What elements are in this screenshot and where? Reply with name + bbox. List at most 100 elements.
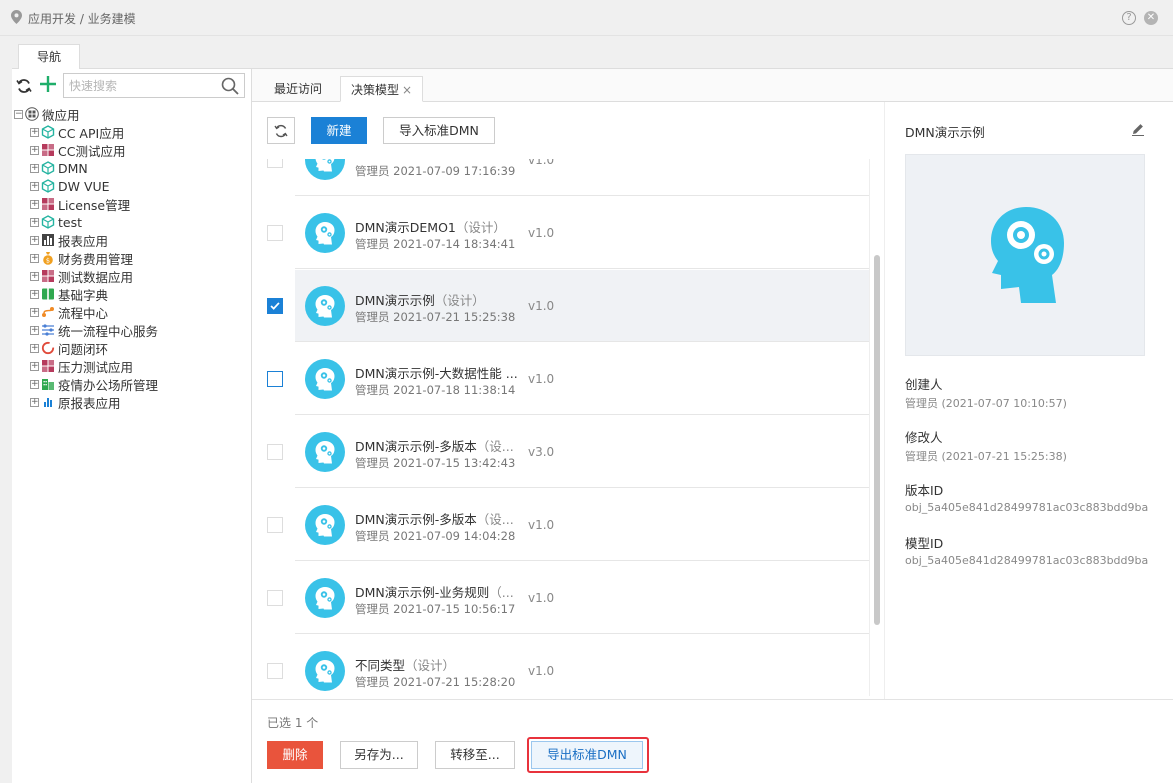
tree-item[interactable]: + CC测试应用: [30, 141, 125, 159]
tree-item-label: 原报表应用: [58, 395, 121, 411]
model-card[interactable]: 不同类型（设计） 管理员 2021-07-21 15:28:20 v1.0: [295, 635, 869, 696]
tab-close-icon[interactable]: ×: [402, 83, 412, 97]
model-version: v3.0: [528, 445, 555, 459]
model-card[interactable]: DMN演示示例-业务规则（... 管理员 2021-07-15 10:56:17 v…: [295, 562, 869, 634]
modifier-value: 管理员 (2021-07-21 15:25:38): [905, 450, 1067, 463]
question-circle-icon[interactable]: ?: [1122, 11, 1136, 25]
expand-icon[interactable]: +: [30, 253, 39, 263]
refresh-icon[interactable]: [16, 78, 32, 94]
export-dmn-button[interactable]: 导出标准DMN: [531, 741, 643, 769]
tree-item[interactable]: + 统一流程中心服务: [30, 321, 158, 339]
row-checkbox[interactable]: [267, 590, 283, 606]
model-card[interactable]: DMN演示示例-多版本（设... 管理员 2021-07-15 13:42:43 v…: [295, 416, 869, 488]
expand-icon[interactable]: +: [30, 289, 39, 299]
model-name: 不同类型（设计）: [355, 655, 525, 674]
list-item[interactable]: DMN演示示例-业务规则（... 管理员 2021-07-15 10:56:17 v…: [252, 562, 884, 635]
scrollbar-thumb[interactable]: [874, 255, 880, 625]
detail-panel: DMN演示示例 创建人 管理员 (2021-07-07 10:10:57) 修改…: [884, 102, 1173, 699]
model-meta: 管理员 2021-07-21 15:28:20: [355, 675, 516, 689]
tree-item-label: 基础字典: [58, 287, 109, 303]
row-checkbox[interactable]: [267, 298, 283, 314]
tab-navigation[interactable]: 导航: [18, 44, 80, 70]
expand-icon[interactable]: +: [30, 379, 39, 389]
close-circle-icon[interactable]: ✕: [1144, 11, 1158, 25]
list-item[interactable]: 管理员 2021-07-09 17:16:39 v1.0: [252, 159, 884, 197]
row-checkbox[interactable]: [267, 663, 283, 679]
tree-item[interactable]: + $ 财务费用管理: [30, 249, 133, 267]
list-item[interactable]: DMN演示示例-大数据性能 ... 管理员 2021-07-18 11:38:14…: [252, 343, 884, 416]
collapse-icon[interactable]: −: [14, 109, 23, 119]
expand-icon[interactable]: +: [30, 163, 39, 173]
tree-item-label: CC测试应用: [58, 143, 126, 159]
delete-button[interactable]: 删除: [267, 741, 323, 769]
expand-icon[interactable]: +: [30, 181, 39, 191]
model-version: v1.0: [528, 372, 555, 386]
model-card[interactable]: DMN演示DEMO1（设计） 管理员 2021-07-14 18:34:41 v1.…: [295, 197, 869, 269]
expand-icon[interactable]: +: [30, 145, 39, 155]
decision-model-icon: [305, 651, 345, 691]
refresh-button[interactable]: [267, 117, 295, 144]
row-checkbox[interactable]: [267, 444, 283, 460]
tree-item[interactable]: + DMN: [30, 159, 88, 177]
plus-icon[interactable]: [39, 75, 57, 93]
expand-icon[interactable]: +: [30, 325, 39, 335]
tree-item[interactable]: + 疫情办公场所管理: [30, 375, 158, 393]
expand-icon[interactable]: +: [30, 199, 39, 209]
book-icon: [41, 287, 55, 301]
tree-item[interactable]: + 原报表应用: [30, 393, 121, 411]
expand-icon[interactable]: +: [30, 235, 39, 245]
model-card[interactable]: DMN演示示例-大数据性能 ... 管理员 2021-07-18 11:38:14…: [295, 343, 869, 415]
expand-icon[interactable]: +: [30, 127, 39, 137]
new-button[interactable]: 新建: [311, 117, 367, 144]
move-to-button[interactable]: 转移至...: [435, 741, 515, 769]
expand-icon[interactable]: +: [30, 343, 39, 353]
row-checkbox[interactable]: [267, 517, 283, 533]
tree-item[interactable]: + DW VUE: [30, 177, 110, 195]
tree-item[interactable]: + License管理: [30, 195, 130, 213]
import-dmn-button[interactable]: 导入标准DMN: [383, 117, 495, 144]
svg-text:$: $: [46, 256, 50, 264]
model-name: DMN演示示例-多版本（设...: [355, 509, 525, 528]
refresh-icon: [274, 124, 288, 138]
scrollbar[interactable]: [869, 159, 883, 696]
tree-item[interactable]: + 报表应用: [30, 231, 108, 249]
model-version: v1.0: [528, 299, 555, 313]
expand-icon[interactable]: +: [30, 271, 39, 281]
model-name-text: DMN演示示例-业务规则: [355, 585, 490, 600]
tree-item[interactable]: + 测试数据应用: [30, 267, 133, 285]
row-checkbox[interactable]: [267, 159, 283, 168]
tab-recent[interactable]: 最近访问: [264, 76, 332, 102]
tree-item[interactable]: + 压力测试应用: [30, 357, 133, 375]
tree-root[interactable]: − 微应用: [14, 105, 80, 123]
model-name-text: DMN演示DEMO1: [355, 220, 456, 235]
list-item[interactable]: DMN演示DEMO1（设计） 管理员 2021-07-14 18:34:41 v1.…: [252, 197, 884, 270]
row-checkbox[interactable]: [267, 225, 283, 241]
model-status-tag: （设...: [476, 439, 514, 454]
model-version: v1.0: [528, 518, 555, 532]
model-card[interactable]: DMN演示示例（设计） 管理员 2021-07-21 15:25:38 v1.0: [295, 270, 869, 342]
expand-icon[interactable]: +: [30, 361, 39, 371]
tree-item[interactable]: + 问题闭环: [30, 339, 108, 357]
tree-item[interactable]: + 基础字典: [30, 285, 108, 303]
expand-icon[interactable]: +: [30, 217, 39, 227]
model-card[interactable]: DMN演示示例-多版本（设... 管理员 2021-07-09 14:04:28 v…: [295, 489, 869, 561]
tree-item[interactable]: + test: [30, 213, 82, 231]
blocks-icon: [41, 359, 55, 373]
tree-item-label: CC API应用: [58, 125, 125, 141]
tree-item[interactable]: + CC API应用: [30, 123, 124, 141]
row-checkbox[interactable]: [267, 371, 283, 387]
edit-pencil-icon[interactable]: [1131, 122, 1145, 136]
tree-item[interactable]: + 流程中心: [30, 303, 108, 321]
search-input[interactable]: [64, 74, 219, 97]
list-item[interactable]: DMN演示示例-多版本（设... 管理员 2021-07-09 14:04:28 v…: [252, 489, 884, 562]
list-item[interactable]: DMN演示示例-多版本（设... 管理员 2021-07-15 13:42:43 v…: [252, 416, 884, 489]
list-item[interactable]: 不同类型（设计） 管理员 2021-07-21 15:28:20 v1.0: [252, 635, 884, 696]
save-as-button[interactable]: 另存为...: [340, 741, 418, 769]
model-card[interactable]: 管理员 2021-07-09 17:16:39 v1.0: [295, 159, 869, 196]
search-icon[interactable]: [221, 77, 239, 95]
list-item[interactable]: DMN演示示例（设计） 管理员 2021-07-21 15:25:38 v1.0: [252, 270, 884, 343]
tab-decision-model[interactable]: 决策模型 ×: [340, 76, 424, 102]
model-id-label: 模型ID: [905, 536, 944, 551]
expand-icon[interactable]: +: [30, 397, 39, 407]
expand-icon[interactable]: +: [30, 307, 39, 317]
